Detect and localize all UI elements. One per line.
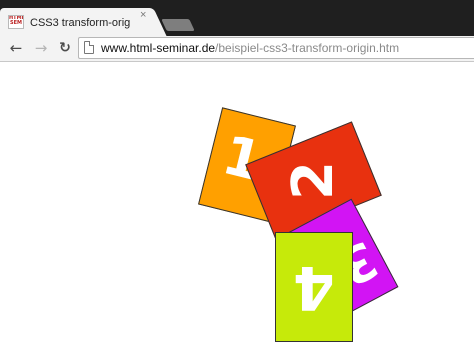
favicon-text-bottom: SEM [10,20,22,26]
url-path: /beispiel-css3-transform-origin.htm [215,41,400,55]
reload-icon[interactable]: ↻ [55,38,75,58]
tab-strip: HTML SEM CSS3 transform-origin: Mit × [0,0,474,36]
page-content: 1 2 3 4 [0,62,474,353]
card-2-label: 2 [281,160,346,200]
address-bar[interactable]: www.html-seminar.de/beispiel-css3-transf… [78,37,474,59]
tab-close-icon[interactable]: × [140,7,152,23]
toolbar: ← → ↻ www.html-seminar.de/beispiel-css3-… [0,36,474,62]
card-4: 4 [275,232,353,342]
page-icon [84,41,94,54]
card-4-label: 4 [293,252,335,322]
new-tab-button[interactable] [161,19,195,31]
site-favicon-icon: HTML SEM [8,15,24,29]
url-text[interactable]: www.html-seminar.de/beispiel-css3-transf… [101,40,399,56]
back-arrow-icon[interactable]: ← [6,38,26,58]
forward-arrow-icon[interactable]: → [31,38,51,58]
tab-active[interactable]: HTML SEM CSS3 transform-origin: Mit [0,8,150,36]
tab-title: CSS3 transform-origin: Mit [30,17,130,29]
url-host: www.html-seminar.de [101,41,216,55]
